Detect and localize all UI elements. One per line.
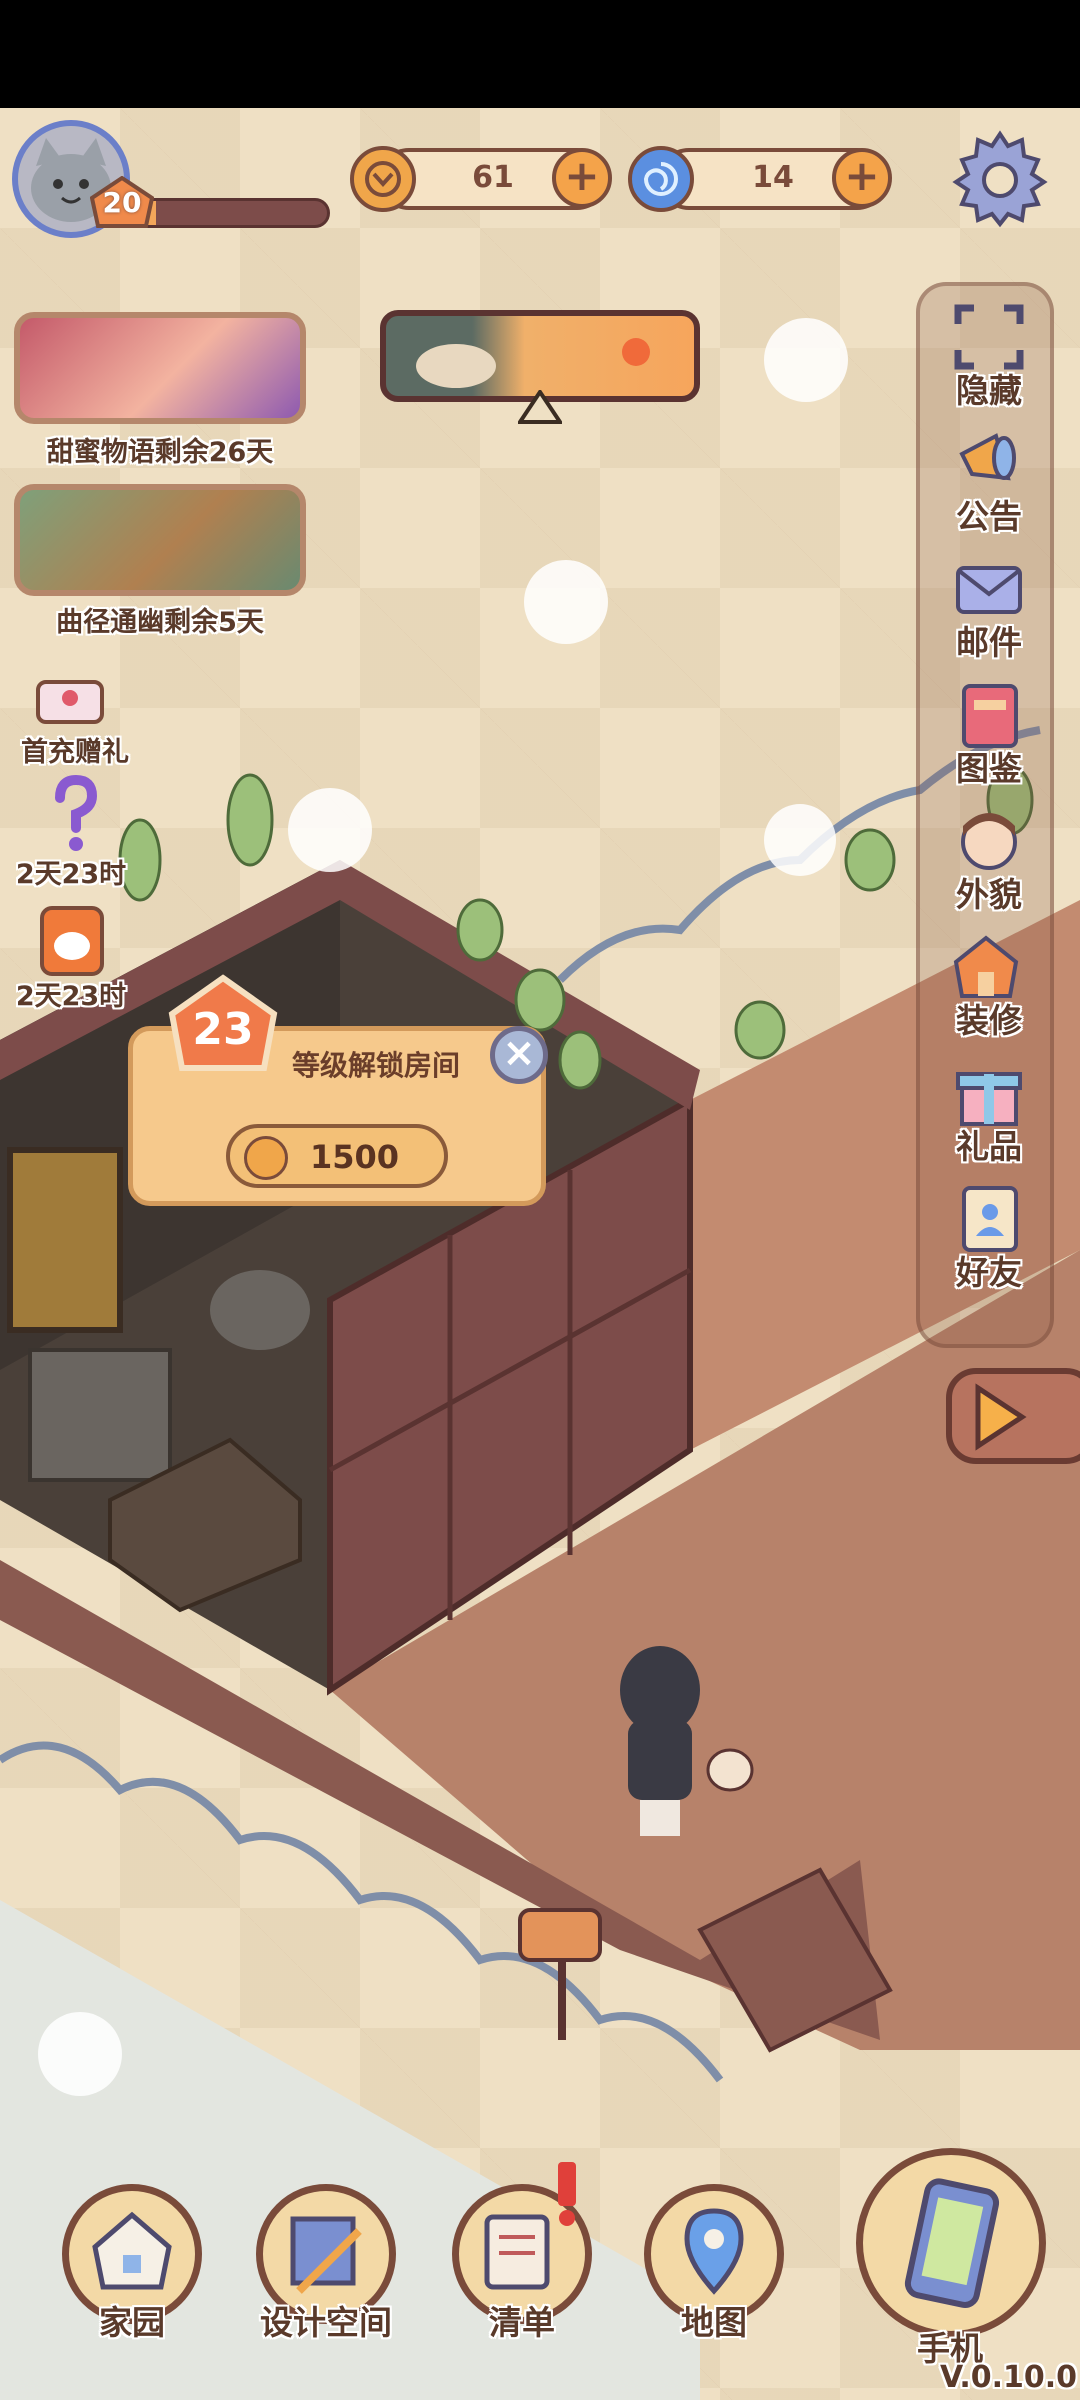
game-scene[interactable]: 20 61 + 14 + 甜蜜物语剩余26天 曲径通幽剩余5天 首充赠礼 2天2…: [0, 108, 1080, 2400]
phone-icon: [904, 2178, 1000, 2308]
game-screen: 20 61 + 14 + 甜蜜物语剩余26天 曲径通幽剩余5天 首充赠礼 2天2…: [0, 0, 1080, 2400]
event-card-sweet-story[interactable]: [14, 312, 306, 424]
alert-icon: [558, 2162, 576, 2226]
side-label-notice: 公告: [956, 497, 1022, 536]
side-label-appearance: 外貌: [956, 875, 1022, 914]
side-label-hide: 隐藏: [956, 371, 1022, 410]
character-face-icon: [961, 813, 1017, 870]
nav-checklist-label: 清单: [489, 2303, 555, 2342]
add-coin-button[interactable]: +: [552, 148, 612, 208]
cloud-sun-icon: [416, 338, 650, 388]
coin-icon: [350, 146, 416, 212]
mail-icon: [956, 566, 1022, 614]
close-popup-button[interactable]: ×: [490, 1026, 548, 1084]
coin-icon: [244, 1136, 288, 1180]
xp-progress-bar: [130, 198, 330, 228]
event-label-sweet-story: 甜蜜物语剩余26天: [46, 437, 274, 468]
unlock-cost-button[interactable]: 1500: [226, 1124, 448, 1188]
book-icon: [962, 684, 1018, 748]
side-menu: 隐藏 公告 邮件 图鉴 外貌 装修 礼品 好友: [916, 282, 1054, 1348]
nav-design-label: 设计空间: [260, 2303, 392, 2342]
add-gem-button[interactable]: +: [832, 148, 892, 208]
expand-arrow-button[interactable]: [946, 1368, 1080, 1464]
question-mark-icon[interactable]: [44, 774, 104, 854]
unlock-level-badge: 23: [168, 974, 278, 1072]
side-label-mail: 邮件: [956, 623, 1022, 662]
first-recharge-label: 首充赠礼: [21, 737, 129, 768]
unlock-cost-value: 1500: [310, 1138, 400, 1176]
player-level: 20: [102, 186, 142, 219]
cat-package-icon[interactable]: [34, 898, 110, 978]
side-label-collection: 图鉴: [956, 749, 1022, 788]
megaphone-icon: [959, 433, 1016, 481]
side-item-appearance[interactable]: 外貌: [920, 800, 1058, 918]
swirl-gem-icon: [628, 146, 694, 212]
nav-map-label: 地图: [681, 2303, 747, 2342]
hide-frame-icon: [954, 304, 1024, 370]
side-label-gift: 礼品: [956, 1127, 1022, 1166]
timer-label-2: 2天23时: [15, 981, 127, 1012]
side-item-decorate[interactable]: 装修: [920, 926, 1058, 1044]
status-bar: [0, 0, 1080, 108]
weather-timeline: [380, 310, 700, 402]
event-label-winding-path: 曲径通幽剩余5天: [56, 607, 264, 638]
contact-book-icon: [962, 1186, 1018, 1252]
side-item-mail[interactable]: 邮件: [920, 548, 1058, 666]
side-item-collection[interactable]: 图鉴: [920, 674, 1058, 792]
gear-icon: [952, 130, 1048, 228]
house-wrench-icon: [953, 935, 1019, 998]
side-item-notice[interactable]: 公告: [920, 422, 1058, 540]
version-text: V.0.10.0: [940, 2360, 1078, 2395]
nav-phone-button[interactable]: [856, 2148, 1046, 2338]
level-badge: 20: [89, 175, 155, 228]
gift-box-icon[interactable]: [30, 668, 110, 728]
gift-icon: [956, 1072, 1022, 1126]
side-label-decorate: 装修: [956, 1001, 1022, 1040]
side-item-hide[interactable]: 隐藏: [920, 296, 1058, 414]
unlock-level-value: 23: [192, 1004, 254, 1055]
play-arrow-icon: [975, 1383, 1027, 1451]
side-label-friends: 好友: [956, 1253, 1022, 1292]
side-item-gift[interactable]: 礼品: [920, 1052, 1058, 1170]
side-item-friends[interactable]: 好友: [920, 1178, 1058, 1296]
settings-button[interactable]: [948, 126, 1052, 230]
nav-home-label: 家园: [99, 2303, 165, 2342]
event-card-winding-path[interactable]: [14, 484, 306, 596]
time-marker-icon: [518, 390, 562, 424]
unlock-room-title: 等级解锁房间: [292, 1049, 461, 1082]
timer-label-1: 2天23时: [15, 859, 127, 890]
